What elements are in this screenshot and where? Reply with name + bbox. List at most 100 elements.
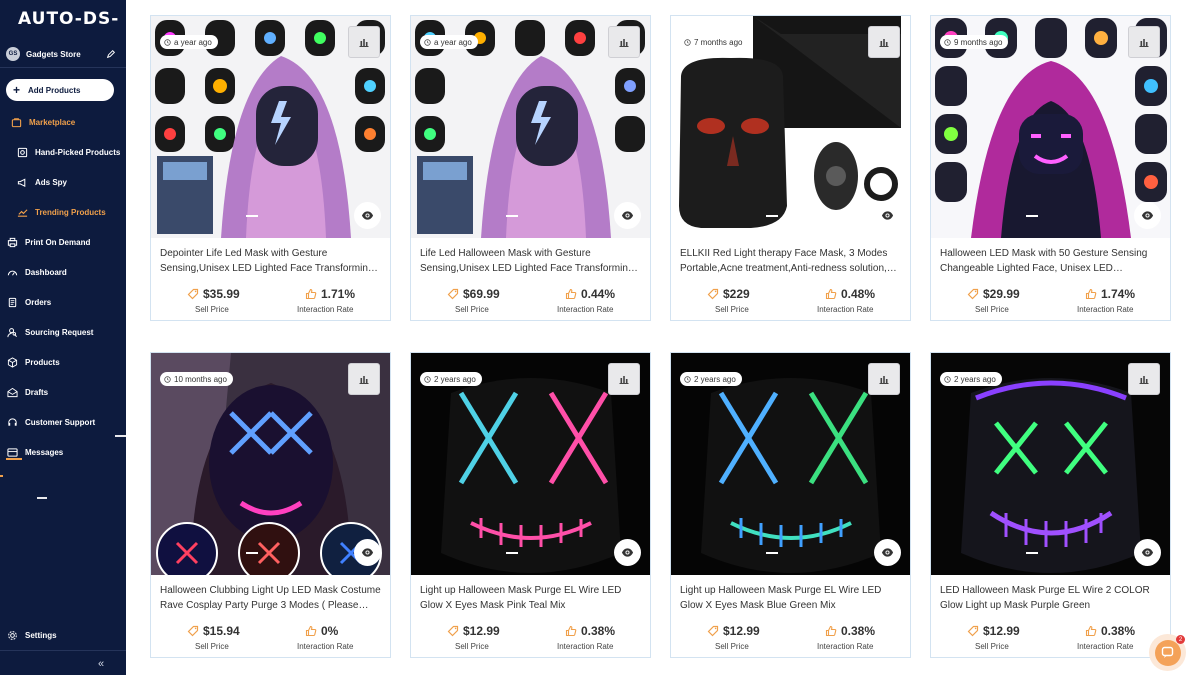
price-text: $69.99 [463, 287, 500, 301]
store-selector[interactable]: GS Gadgets Store [6, 46, 116, 62]
sidebar-item-dashboard[interactable]: Dashboard [7, 263, 67, 281]
sidebar-item-print-on-demand[interactable]: Print On Demand [7, 233, 90, 251]
sidebar-item-orders[interactable]: Orders [7, 293, 51, 311]
product-card[interactable]: 7 months ago ELLKII Red Light therapy Fa… [670, 15, 911, 321]
eye-icon [621, 211, 634, 220]
trending-icon [17, 208, 28, 217]
analytics-button[interactable] [348, 363, 380, 395]
product-title[interactable]: Light up Halloween Mask Purge EL Wire LE… [420, 584, 642, 614]
image-carousel-indicator[interactable] [506, 552, 518, 554]
product-title[interactable]: Halloween Clubbing Light Up LED Mask Cos… [160, 584, 382, 614]
interaction-rate-value: 1.74% [1085, 287, 1135, 301]
product-card[interactable]: a year ago Life Led Halloween Mask with … [410, 15, 651, 321]
product-title[interactable]: Light up Halloween Mask Purge EL Wire LE… [680, 584, 902, 614]
sidebar-item-products[interactable]: Products [7, 353, 60, 371]
sidebar-item-sourcing[interactable]: Sourcing Request [7, 323, 93, 341]
clock-icon [164, 38, 171, 46]
preview-button[interactable] [874, 202, 901, 229]
image-carousel-indicator[interactable] [1026, 552, 1038, 554]
product-card[interactable]: 2 years ago Light up Halloween Mask Purg… [410, 352, 651, 658]
analytics-button[interactable] [1128, 363, 1160, 395]
sell-price-value: $35.99 [187, 287, 240, 301]
age-text: a year ago [434, 37, 472, 47]
rate-text: 0% [321, 624, 339, 638]
age-badge: 10 months ago [160, 372, 233, 386]
age-text: 2 years ago [954, 374, 996, 384]
preview-button[interactable] [1134, 202, 1161, 229]
price-tag-icon [707, 625, 719, 637]
preview-button[interactable] [354, 539, 381, 566]
sell-price-value: $69.99 [447, 287, 500, 301]
product-title[interactable]: Depointer Life Led Mask with Gesture Sen… [160, 247, 382, 277]
chat-launcher[interactable]: 2 [1149, 634, 1186, 671]
analytics-button[interactable] [868, 363, 900, 395]
sell-price-value: $229 [707, 287, 750, 301]
analytics-button[interactable] [1128, 26, 1160, 58]
rate-text: 0.48% [841, 287, 876, 301]
sidebar-divider [0, 650, 126, 651]
image-carousel-indicator[interactable] [766, 215, 778, 217]
rate-text: 1.71% [321, 287, 356, 301]
preview-button[interactable] [1134, 539, 1161, 566]
product-title[interactable]: Life Led Halloween Mask with Gesture Sen… [420, 247, 642, 277]
analytics-button[interactable] [608, 26, 640, 58]
sidebar-item-label: Marketplace [29, 117, 76, 127]
sidebar-item-customer-support[interactable]: Customer Support [7, 413, 95, 431]
store-name: Gadgets Store [26, 49, 81, 59]
sell-price-value: $12.99 [707, 624, 760, 638]
analytics-button[interactable] [348, 26, 380, 58]
sidebar-item-trending[interactable]: Trending Products [17, 203, 106, 221]
sidebar-item-settings[interactable]: Settings [7, 626, 57, 644]
product-title[interactable]: Halloween LED Mask with 50 Gesture Sensi… [940, 247, 1162, 277]
sidebar-item-label: Products [25, 357, 60, 367]
thumbs-up-icon [1085, 625, 1097, 637]
preview-button[interactable] [614, 539, 641, 566]
rate-text: 0.38% [841, 624, 876, 638]
product-title[interactable]: LED Halloween Mask Purge EL Wire 2 COLOR… [940, 584, 1162, 614]
sidebar-item-marketplace[interactable]: Marketplace [11, 113, 75, 131]
sidebar-item-drafts[interactable]: Drafts [7, 383, 48, 401]
product-card[interactable]: 10 months ago Halloween Clubbing Light U… [150, 352, 391, 658]
price-tag-icon [187, 625, 199, 637]
age-badge: a year ago [160, 35, 218, 49]
app-logo[interactable]: AUTO-DS- [18, 9, 119, 29]
age-badge: a year ago [420, 35, 478, 49]
sidebar-item-label: Print On Demand [25, 237, 91, 247]
pencil-icon[interactable] [106, 49, 116, 59]
thumbs-up-icon [825, 288, 837, 300]
product-card[interactable]: 2 years ago LED Halloween Mask Purge EL … [930, 352, 1171, 658]
product-card[interactable]: a year ago Depointer Life Led Mask with … [150, 15, 391, 321]
preview-button[interactable] [874, 539, 901, 566]
bar-chart-icon [1139, 376, 1149, 384]
product-title[interactable]: ELLKII Red Light therapy Face Mask, 3 Mo… [680, 247, 902, 277]
add-products-label: Add Products [28, 85, 81, 95]
sidebar: AUTO-DS- GS Gadgets Store + Add Products… [0, 0, 126, 675]
sidebar-item-label: Messages [25, 447, 64, 457]
bar-chart-icon [619, 39, 629, 47]
add-products-button[interactable]: + Add Products [6, 79, 114, 101]
analytics-button[interactable] [868, 26, 900, 58]
clock-icon [424, 38, 431, 46]
product-card[interactable]: 9 months ago Halloween LED Mask with 50 … [930, 15, 1171, 321]
thumbs-up-icon [305, 288, 317, 300]
image-carousel-indicator[interactable] [246, 552, 258, 554]
collapse-sidebar-icon[interactable]: « [98, 658, 104, 670]
image-carousel-indicator[interactable] [1026, 215, 1038, 217]
sidebar-item-hand-picked[interactable]: Hand-Picked Products [17, 143, 120, 161]
hand-picked-icon [17, 147, 28, 157]
clock-icon [944, 375, 951, 383]
image-carousel-indicator[interactable] [766, 552, 778, 554]
product-card[interactable]: 2 years ago Light up Halloween Mask Purg… [670, 352, 911, 658]
sidebar-item-ads-spy[interactable]: Ads Spy [17, 173, 67, 191]
clock-icon [424, 375, 431, 383]
sell-price-value: $12.99 [447, 624, 500, 638]
preview-button[interactable] [354, 202, 381, 229]
image-carousel-indicator[interactable] [506, 215, 518, 217]
eye-icon [881, 211, 894, 220]
orders-icon [8, 297, 17, 307]
analytics-button[interactable] [608, 363, 640, 395]
sourcing-icon [7, 327, 17, 337]
sidebar-item-label: Ads Spy [35, 177, 68, 187]
image-carousel-indicator[interactable] [246, 215, 258, 217]
preview-button[interactable] [614, 202, 641, 229]
